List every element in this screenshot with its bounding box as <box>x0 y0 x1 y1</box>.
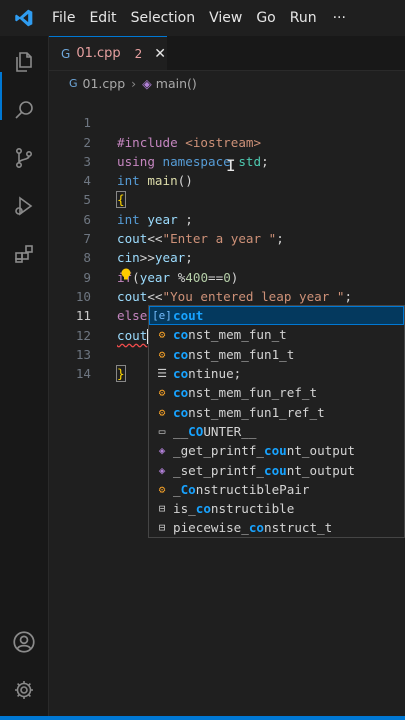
code-line: 9 cout<<"You entered leap year "; <box>49 248 405 304</box>
editor-tabs: G 01.cpp 2 ✕ <box>49 36 405 71</box>
suggestion-label: is_constructible <box>173 501 295 517</box>
suggestion-label: const_mem_fun_t <box>173 327 287 343</box>
suggestion-item[interactable]: ⊟ piecewise_construct_t <box>149 518 404 537</box>
code-line: 2 using namespace std; <box>49 113 405 169</box>
suggestion-item[interactable]: ⚙ _ConstructiblePair <box>149 480 404 499</box>
struct-icon: ⊟ <box>158 521 166 535</box>
suggestion-label: _set_printf_count_output <box>173 462 355 478</box>
cpp-file-icon: G <box>61 46 71 61</box>
suggestion-label: const_mem_fun1_ref_t <box>173 404 325 420</box>
method-icon: ◈ <box>158 463 166 477</box>
breadcrumb-separator: › <box>131 75 137 91</box>
tab-01-cpp[interactable]: G 01.cpp 2 ✕ <box>49 36 167 70</box>
variable-icon: [e] <box>152 309 172 323</box>
menu-go[interactable]: Go <box>256 10 285 26</box>
suggestion-label: const_mem_fun1_t <box>173 346 295 362</box>
suggestion-label: const_mem_fun_ref_t <box>173 385 318 401</box>
suggestion-label: cout <box>173 308 204 324</box>
code-line: 1 #include <iostream> <box>49 94 405 149</box>
struct-icon: ⊟ <box>158 502 166 516</box>
suggestion-item[interactable]: ⚙ const_mem_fun_ref_t <box>149 383 404 402</box>
suggestion-label: continue; <box>173 366 242 382</box>
menu-selection[interactable]: Selection <box>131 10 206 26</box>
source-control-icon[interactable] <box>0 134 48 182</box>
settings-gear-icon[interactable] <box>0 666 48 714</box>
title-bar: File Edit Selection View Go Run ··· <box>0 0 405 36</box>
vscode-logo-icon <box>0 0 48 36</box>
run-debug-icon[interactable] <box>0 182 48 230</box>
extensions-icon[interactable] <box>0 230 48 278</box>
class-icon: ⚙ <box>158 328 166 342</box>
breadcrumb-file[interactable]: 01.cpp <box>83 76 126 91</box>
suggestion-item[interactable]: ☰ continue; <box>149 364 404 383</box>
breadcrumb-symbol[interactable]: main() <box>156 76 197 91</box>
search-icon[interactable] <box>0 86 48 134</box>
cube-icon: ◈ <box>142 75 152 91</box>
suggestion-item[interactable]: ⚙ const_mem_fun1_ref_t <box>149 402 404 421</box>
suggestion-item[interactable]: ⚙ const_mem_fun1_t <box>149 345 404 364</box>
lightbulb-icon[interactable] <box>119 266 133 280</box>
token: } <box>116 365 126 383</box>
suggestion-label: __COUNTER__ <box>173 423 257 439</box>
class-icon: ⚙ <box>158 482 166 496</box>
suggestion-label: _ConstructiblePair <box>173 481 310 497</box>
breadcrumb: G 01.cpp › ◈ main() <box>49 72 405 94</box>
suggestion-item[interactable]: ◈ _set_printf_count_output <box>149 460 404 479</box>
problems-badge: 2 <box>134 46 143 61</box>
suggestion-widget[interactable]: [e] cout ⚙ const_mem_fun_t ⚙ const_mem_fun1_t… <box>148 305 405 538</box>
ibeam-cursor-icon: I <box>226 156 236 175</box>
account-icon[interactable] <box>0 618 48 666</box>
class-icon: ⚙ <box>158 405 166 419</box>
method-icon: ◈ <box>158 444 166 458</box>
menu-more[interactable]: ··· <box>333 10 356 26</box>
menu-view[interactable]: View <box>209 10 252 26</box>
activity-bar <box>0 36 49 720</box>
menu-edit[interactable]: Edit <box>89 10 126 26</box>
status-bar <box>0 716 405 720</box>
suggestion-item[interactable]: [e] cout <box>149 306 404 326</box>
constant-icon: ▭ <box>158 424 166 438</box>
tab-label: 01.cpp <box>76 46 121 61</box>
explorer-icon[interactable] <box>0 38 48 86</box>
code-line: 10 else if( year %100==0) <box>49 268 405 323</box>
suggestion-label: piecewise_construct_t <box>173 520 333 536</box>
cpp-file-icon: G <box>69 76 78 90</box>
menu-run[interactable]: Run <box>290 10 327 26</box>
code-line: 6 cout<<"Enter a year "; <box>49 191 405 246</box>
code-line: 8 if(year %400==0) <box>49 229 405 284</box>
code-line: 7 cin>>year; <box>49 210 405 265</box>
suggestion-label: _get_printf_count_output <box>173 443 355 459</box>
close-icon[interactable]: ✕ <box>154 46 166 62</box>
keyword-icon: ☰ <box>157 367 167 381</box>
code-line: 3 int main() <box>49 133 405 188</box>
class-icon: ⚙ <box>158 347 166 361</box>
line-number: 14 <box>75 366 91 382</box>
menu-file[interactable]: File <box>52 10 85 26</box>
suggestion-item[interactable]: ▭ __COUNTER__ <box>149 422 404 441</box>
suggestion-item[interactable]: ◈ _get_printf_count_output <box>149 441 404 460</box>
code-line-active: 11 cout <box>49 287 405 344</box>
class-icon: ⚙ <box>158 386 166 400</box>
suggestion-item[interactable]: ⚙ const_mem_fun_t <box>149 325 404 344</box>
suggestion-item[interactable]: ⊟ is_constructible <box>149 499 404 518</box>
